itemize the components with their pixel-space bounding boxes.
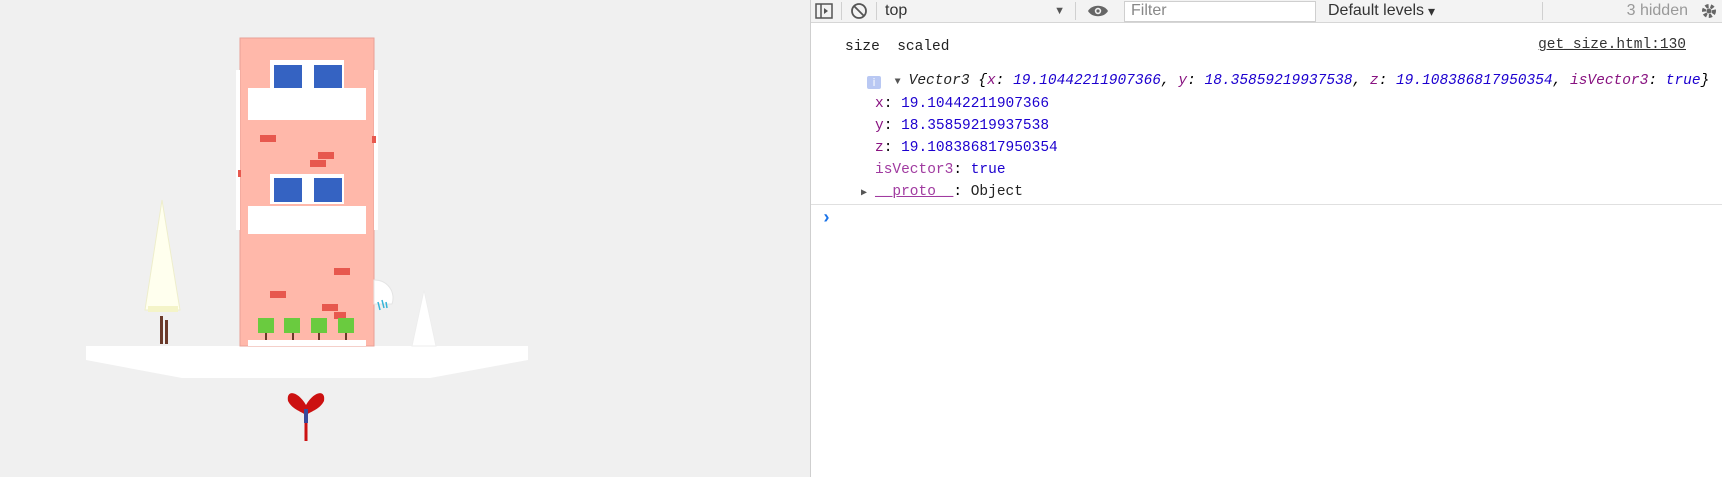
- tree-left-trunk: [160, 316, 163, 344]
- preview-value: 19.10442211907366: [1013, 73, 1161, 89]
- brick: [372, 136, 376, 143]
- toolbar-divider: [876, 2, 877, 20]
- toolbar-divider: [1542, 2, 1543, 20]
- log-levels-dropdown[interactable]: Default levels ▾: [1328, 2, 1538, 20]
- property-key: isVector3: [875, 162, 954, 178]
- console-output[interactable]: size scaled get_size.html:130 ▼ Vector3 {…: [811, 23, 1722, 477]
- proto-key: __proto__: [875, 184, 954, 200]
- source-link[interactable]: get_size.html:130: [1538, 37, 1686, 53]
- levels-label: Default levels: [1328, 2, 1425, 19]
- brick: [322, 304, 338, 311]
- ground-platform: [86, 346, 528, 378]
- plant-stem: [345, 333, 347, 341]
- preview-value: 19.108386817950354: [1395, 73, 1553, 89]
- property-isvector3: isVector3: true: [875, 162, 1006, 178]
- building-base: [248, 340, 366, 346]
- window-top-left: [274, 65, 302, 89]
- plant: [338, 318, 354, 333]
- preview-key: y: [1178, 73, 1188, 89]
- message-divider: [811, 204, 1722, 205]
- context-selector[interactable]: top ▼: [881, 2, 1071, 20]
- property-key: z: [875, 140, 884, 156]
- proto-value: Object: [970, 184, 1023, 200]
- building-edge-left: [236, 70, 240, 230]
- console-message: size scaled get_size.html:130 ▼ Vector3 {…: [811, 29, 1722, 207]
- block-icon[interactable]: [846, 0, 872, 22]
- devtools-panel: top ▼ Filter Default levels ▾ 3 hidden s…: [810, 0, 1722, 477]
- scene-graphics: [86, 37, 528, 441]
- expand-triangle-icon[interactable]: ▶: [861, 187, 875, 199]
- chevron-down-icon: ▾: [1428, 2, 1436, 19]
- plant-stem: [292, 333, 294, 341]
- brick: [260, 135, 276, 142]
- console-prompt[interactable]: ›: [821, 209, 832, 229]
- property-x: x: 19.10442211907366: [875, 96, 1050, 112]
- expand-triangle-icon[interactable]: ▼: [895, 77, 909, 88]
- preview-close: }: [1700, 73, 1710, 89]
- console-toolbar: top ▼ Filter Default levels ▾ 3 hidden: [811, 0, 1722, 23]
- bird: [287, 393, 325, 441]
- property-key: x: [875, 96, 884, 112]
- brick: [310, 160, 326, 167]
- info-icon[interactable]: i: [867, 75, 881, 91]
- toolbar-divider: [841, 2, 842, 20]
- brick: [318, 152, 334, 159]
- scene-canvas[interactable]: [0, 0, 810, 477]
- hidden-messages-count[interactable]: 3 hidden: [1627, 2, 1688, 20]
- filter-placeholder: Filter: [1131, 2, 1167, 19]
- preview-value: true: [1665, 73, 1701, 89]
- context-value: top: [885, 2, 908, 19]
- property-value: 19.108386817950354: [901, 140, 1058, 156]
- window-middle-left: [274, 178, 302, 202]
- brick: [270, 291, 286, 298]
- property-value: 19.10442211907366: [901, 96, 1050, 112]
- info-badge: i: [867, 76, 881, 89]
- tree-right: [411, 289, 437, 347]
- log-text: size scaled: [845, 39, 950, 55]
- brick: [334, 312, 346, 319]
- window-middle-right: [314, 178, 342, 202]
- plant: [258, 318, 274, 333]
- plant-stem: [265, 333, 267, 341]
- preview-value: 18.35859219937538: [1204, 73, 1353, 89]
- property-value: true: [970, 162, 1006, 178]
- plant-stem: [318, 333, 320, 341]
- plant: [311, 318, 327, 333]
- brick: [334, 268, 350, 275]
- window-top-right: [314, 65, 342, 89]
- brick: [238, 170, 241, 177]
- chevron-down-icon: ▼: [1054, 5, 1065, 17]
- tree-left-band: [148, 306, 178, 312]
- sidebar-toggle-icon[interactable]: [811, 0, 837, 22]
- gear-icon[interactable]: [1696, 2, 1722, 20]
- balcony-top: [248, 88, 366, 120]
- building-edge-right: [374, 70, 378, 230]
- tree-left-trunk-2: [165, 320, 168, 344]
- preview-open: {: [978, 73, 987, 89]
- preview-key: isVector3: [1570, 73, 1649, 89]
- preview-key: z: [1369, 73, 1379, 89]
- balcony-middle: [248, 206, 366, 234]
- fountain: [373, 279, 394, 305]
- preview-key: x: [986, 73, 996, 89]
- tree-left: [144, 199, 181, 311]
- filter-input[interactable]: Filter: [1124, 0, 1316, 22]
- property-value: 18.35859219937538: [901, 118, 1050, 134]
- plant: [284, 318, 300, 333]
- toolbar-divider: [1075, 2, 1076, 20]
- property-y: y: 18.35859219937538: [875, 118, 1050, 134]
- object-class-name: Vector3: [908, 73, 970, 89]
- property-key: y: [875, 118, 884, 134]
- eye-icon[interactable]: [1080, 0, 1116, 22]
- property-z: z: 19.108386817950354: [875, 140, 1058, 156]
- proto-entry[interactable]: ▶ __proto__: Object: [861, 184, 1023, 200]
